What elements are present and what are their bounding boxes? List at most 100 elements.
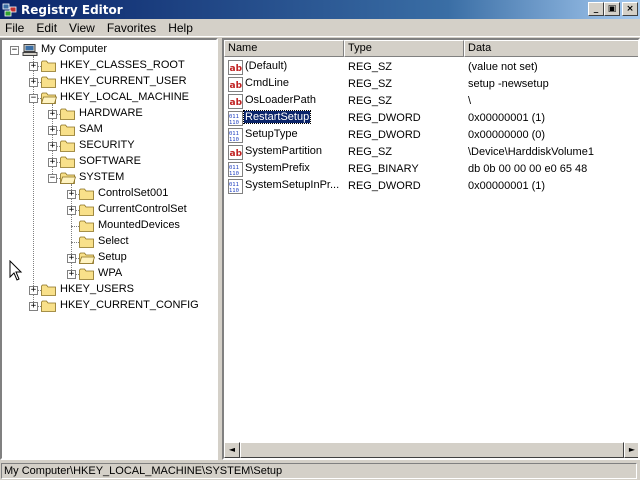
tree-item-label: HKEY_USERS (60, 283, 134, 295)
computer-icon (22, 44, 38, 56)
tree-item-label: Setup (98, 251, 127, 263)
svg-text:ab: ab (230, 64, 243, 74)
value-name: RestartSetup (242, 110, 312, 124)
tree-item[interactable]: MountedDevices (2, 218, 216, 234)
tree-item[interactable]: + HKEY_CURRENT_CONFIG (2, 298, 216, 314)
values-list[interactable]: Name Type Data ab (Default) REG_SZ (value n… (222, 38, 640, 460)
expand-icon[interactable]: + (29, 286, 38, 295)
close-button[interactable]: × (622, 2, 638, 16)
tree-item[interactable]: + CurrentControlSet (2, 202, 216, 218)
value-name: OsLoaderPath (245, 94, 316, 106)
expand-icon[interactable]: + (48, 158, 57, 167)
tree-item[interactable]: − My Computer (2, 42, 216, 58)
collapse-icon[interactable]: − (29, 94, 38, 103)
menu-view[interactable]: View (63, 21, 101, 35)
value-type: REG_BINARY (348, 163, 419, 175)
folder-icon (79, 220, 94, 232)
tree-item[interactable]: + HKEY_CLASSES_ROOT (2, 58, 216, 74)
expand-icon[interactable]: + (67, 254, 76, 263)
expand-icon[interactable]: + (48, 142, 57, 151)
value-name: SystemPartition (245, 145, 323, 157)
registry-tree[interactable]: − My Computer + HKEY_CLASSES_ROOT + HKEY_CURR… (0, 38, 218, 460)
svg-text:110: 110 (229, 188, 239, 194)
folder-open-icon (60, 172, 76, 184)
menu-favorites[interactable]: Favorites (101, 21, 162, 35)
collapse-icon[interactable]: − (10, 46, 19, 55)
folder-icon (79, 236, 94, 248)
table-row[interactable]: ab (Default) REG_SZ (value not set) (224, 59, 638, 76)
tree-item[interactable]: Select (2, 234, 216, 250)
string-value-icon: ab (228, 145, 243, 160)
menu-file[interactable]: File (0, 21, 30, 35)
tree-item[interactable]: + SOFTWARE (2, 154, 216, 170)
expand-icon[interactable]: + (67, 190, 76, 199)
tree-item[interactable]: + HKEY_USERS (2, 282, 216, 298)
tree-item[interactable]: + HARDWARE (2, 106, 216, 122)
table-row[interactable]: ab OsLoaderPath REG_SZ \ (224, 93, 638, 110)
folder-icon (41, 300, 56, 312)
tree-item-label: SAM (79, 123, 103, 135)
table-row[interactable]: 011 110 SystemSetupInPr... REG_DWORD 0x00000… (224, 178, 638, 195)
tree-item-label: CurrentControlSet (98, 203, 187, 215)
minimize-button[interactable]: _ (588, 2, 604, 16)
value-type: REG_SZ (348, 95, 393, 107)
tree-item-label: HARDWARE (79, 107, 143, 119)
tree-item[interactable]: + ControlSet001 (2, 186, 216, 202)
table-row[interactable]: 011 110 SetupType REG_DWORD 0x00000000 (0) (224, 127, 638, 144)
string-value-icon: ab (228, 60, 243, 75)
expand-icon[interactable]: + (67, 206, 76, 215)
tree-item[interactable]: + HKEY_CURRENT_USER (2, 74, 216, 90)
expand-icon[interactable]: + (48, 126, 57, 135)
menu-edit[interactable]: Edit (30, 21, 63, 35)
tree-item[interactable]: + WPA (2, 266, 216, 282)
svg-text:110: 110 (229, 137, 239, 143)
table-row[interactable]: ab SystemPartition REG_SZ \Device\HarddiskV… (224, 144, 638, 161)
maximize-button[interactable]: ▣ (604, 2, 620, 16)
expand-icon[interactable]: + (29, 302, 38, 311)
horizontal-scrollbar[interactable]: ◄ ► (224, 442, 638, 458)
tree-item[interactable]: + SAM (2, 122, 216, 138)
tree-item[interactable]: + Setup (2, 250, 216, 266)
folder-icon (79, 204, 94, 216)
tree-item[interactable]: + SECURITY (2, 138, 216, 154)
column-header-data[interactable]: Data (464, 40, 638, 57)
tree-item[interactable]: − HKEY_LOCAL_MACHINE (2, 90, 216, 106)
expand-icon[interactable]: + (67, 270, 76, 279)
value-type: REG_DWORD (348, 112, 421, 124)
tree-item-label: HKEY_CURRENT_CONFIG (60, 299, 199, 311)
column-header-type[interactable]: Type (344, 40, 464, 57)
value-type: REG_SZ (348, 146, 393, 158)
expand-icon[interactable]: + (29, 78, 38, 87)
string-value-icon: ab (228, 94, 243, 109)
title-bar[interactable]: Registry Editor _ ▣ × (0, 0, 640, 19)
scroll-thumb[interactable] (240, 442, 624, 458)
value-data: 0x00000001 (1) (468, 180, 546, 192)
scroll-left-button[interactable]: ◄ (224, 442, 240, 458)
menu-help[interactable]: Help (162, 21, 199, 35)
list-header: Name Type Data (224, 40, 638, 57)
value-data: db 0b 00 00 00 e0 65 48 (468, 163, 588, 175)
folder-icon (60, 140, 75, 152)
expand-icon[interactable]: + (29, 62, 38, 71)
value-name: CmdLine (245, 77, 290, 89)
binary-value-icon: 011110 (228, 128, 243, 143)
value-type: REG_SZ (348, 61, 393, 73)
expand-icon[interactable]: + (48, 110, 57, 119)
window-title: Registry Editor (21, 2, 123, 17)
tree-item-label: HKEY_LOCAL_MACHINE (60, 91, 189, 103)
table-row[interactable]: 011 110 RestartSetup REG_DWORD 0x00000001 (1… (224, 110, 638, 127)
table-row[interactable]: ab CmdLine REG_SZ setup -newsetup (224, 76, 638, 93)
table-row[interactable]: 011 110 SystemPrefix REG_BINARY db 0b 00 00 … (224, 161, 638, 178)
folder-icon (41, 284, 56, 296)
scroll-right-button[interactable]: ► (624, 442, 638, 458)
folder-icon (60, 156, 75, 168)
svg-text:ab: ab (230, 81, 243, 91)
column-header-name[interactable]: Name (224, 40, 344, 57)
svg-text:ab: ab (230, 149, 243, 159)
tree-item[interactable]: − SYSTEM (2, 170, 216, 186)
collapse-icon[interactable]: − (48, 174, 57, 183)
status-bar: My Computer\HKEY_LOCAL_MACHINE\SYSTEM\Se… (0, 461, 640, 480)
tree-item-label: SOFTWARE (79, 155, 141, 167)
value-name: SystemSetupInPr... (245, 179, 340, 191)
svg-text:110: 110 (229, 120, 239, 126)
